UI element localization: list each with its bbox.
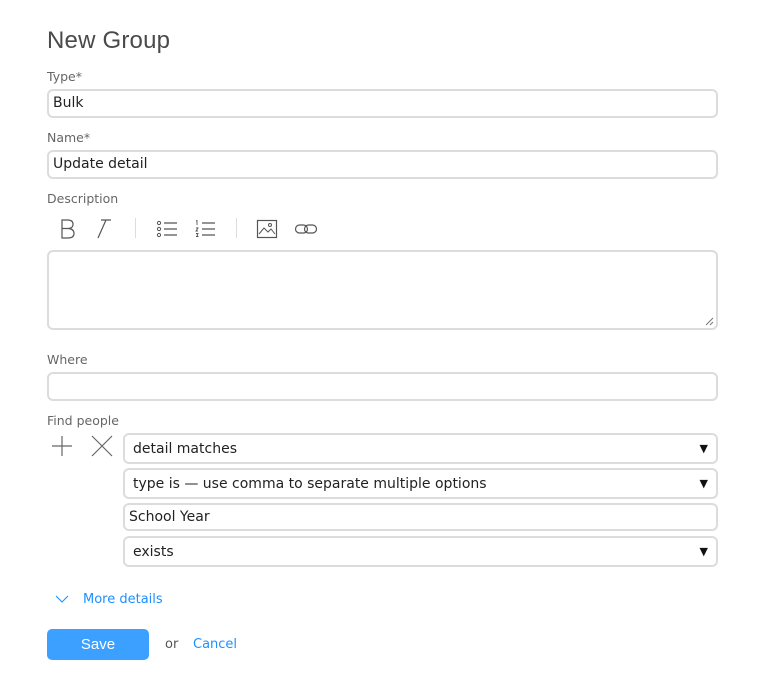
type-select-value: type is — use comma to separate multiple… — [133, 475, 487, 492]
image-icon[interactable] — [255, 214, 279, 244]
description-toolbar — [47, 214, 347, 244]
or-text: or — [165, 637, 179, 652]
save-button[interactable]: Save — [47, 629, 149, 660]
type-select[interactable]: type is — use comma to separate multiple… — [123, 468, 718, 499]
more-details-toggle[interactable]: More details — [55, 592, 163, 607]
where-field[interactable] — [47, 372, 718, 401]
resize-handle-icon[interactable] — [705, 317, 714, 326]
detail-value-text: School Year — [129, 509, 210, 525]
dropdown-caret-icon: ▼ — [699, 477, 708, 490]
find-people-label: Find people — [47, 413, 119, 428]
type-field[interactable]: Bulk — [47, 89, 718, 118]
type-label: Type* — [47, 69, 82, 84]
cancel-link[interactable]: Cancel — [193, 637, 237, 652]
condition-select[interactable]: exists ▼ — [123, 536, 718, 567]
rule-select-value: detail matches — [133, 440, 237, 457]
description-label: Description — [47, 191, 119, 206]
rule-select[interactable]: detail matches ▼ — [123, 433, 718, 464]
link-icon[interactable] — [294, 214, 318, 244]
bold-icon[interactable] — [55, 214, 79, 244]
toolbar-divider — [135, 218, 136, 238]
dropdown-caret-icon: ▼ — [699, 442, 708, 455]
italic-icon[interactable] — [91, 214, 115, 244]
name-field[interactable]: Update detail — [47, 150, 718, 179]
detail-value-input[interactable]: School Year — [123, 503, 718, 531]
dropdown-caret-icon: ▼ — [699, 545, 708, 558]
condition-select-value: exists — [133, 543, 174, 560]
chevron-down-icon — [55, 595, 69, 603]
remove-rule-x-icon[interactable] — [90, 433, 114, 463]
toolbar-divider — [236, 218, 237, 238]
page-title: New Group — [47, 27, 171, 54]
bullet-list-icon[interactable] — [155, 214, 179, 244]
numbered-list-icon[interactable] — [193, 214, 217, 244]
more-details-label: More details — [83, 592, 163, 607]
name-label: Name* — [47, 130, 91, 145]
description-textarea[interactable] — [47, 250, 718, 330]
add-rule-plus-icon[interactable] — [51, 433, 73, 463]
where-label: Where — [47, 352, 88, 367]
